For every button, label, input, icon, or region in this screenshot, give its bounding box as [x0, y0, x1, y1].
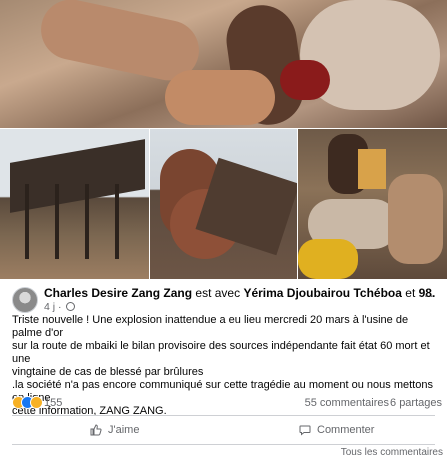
with-text: est avec	[195, 286, 241, 300]
post-photo-victims[interactable]	[298, 129, 447, 279]
post-text-line: Triste nouvelle ! Une explosion inattend…	[12, 314, 409, 339]
post-photo-tanks[interactable]	[150, 129, 297, 279]
like-label: J'aime	[108, 424, 140, 436]
comment-button[interactable]: Commenter	[299, 424, 374, 436]
reaction-count[interactable]: 155	[44, 397, 62, 409]
globe-icon	[66, 302, 76, 311]
divider	[12, 444, 435, 445]
like-button[interactable]: J'aime	[90, 424, 139, 436]
divider	[12, 415, 435, 416]
photo-grid[interactable]	[0, 0, 447, 279]
shares-count-link[interactable]: 6 partages	[390, 397, 442, 409]
comment-icon	[299, 425, 311, 436]
comments-count-link[interactable]: 55 commentaires	[305, 397, 389, 409]
and-text: et	[405, 286, 416, 300]
post-text-line: sur la route de mbaiki le bilan provisoi…	[12, 340, 430, 365]
tagged-user-link[interactable]: Yérima Djoubairou Tchéboa	[243, 286, 401, 300]
wow-icon	[30, 396, 43, 409]
post-photo-collapsed-roof[interactable]	[0, 129, 149, 279]
post-photo-main[interactable]	[0, 0, 447, 128]
post-text-line: vingtaine de cas de blessé par brûlures	[12, 366, 204, 378]
all-comments-dropdown[interactable]: Tous les commentaires	[341, 447, 443, 458]
post-timestamp[interactable]: 4 j	[44, 301, 55, 313]
post-stats: 155 55 commentaires 6 partages	[0, 395, 447, 413]
author-line: Charles Desire Zang Zang est avec Yérima…	[44, 286, 435, 300]
more-options-icon[interactable]: ···	[418, 287, 435, 303]
post-header: Charles Desire Zang Zang est avec Yérima…	[0, 283, 447, 313]
thumbs-up-icon	[90, 424, 102, 436]
action-bar: J'aime Commenter	[0, 421, 447, 443]
comment-label: Commenter	[317, 424, 375, 436]
post-meta: 4 j ·	[44, 301, 76, 313]
avatar[interactable]	[12, 287, 38, 313]
author-name-link[interactable]: Charles Desire Zang Zang	[44, 286, 192, 300]
